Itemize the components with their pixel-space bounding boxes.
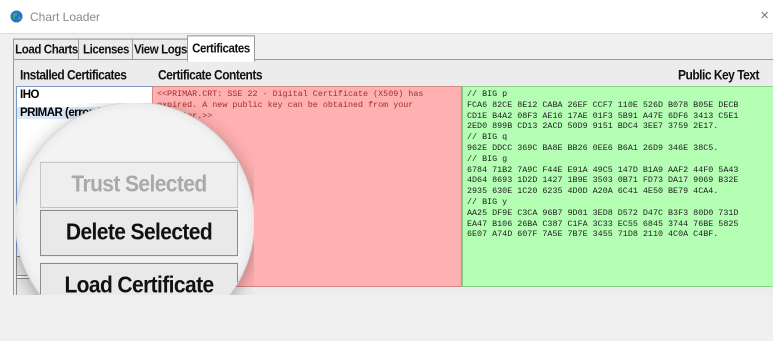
tab-certificates[interactable]: Certificates — [187, 35, 255, 62]
certificate-contents-header: Certificate Contents — [158, 66, 263, 84]
list-item[interactable]: IHO — [20, 89, 39, 101]
title-bar: Chart Loader × — [0, 0, 773, 34]
delete-selected-button[interactable]: Delete Selected — [40, 209, 238, 257]
certificate-contents-text: <<PRIMAR.CRT: SSE 22 - Digital Certifica… — [157, 89, 424, 121]
globe-icon — [10, 10, 23, 23]
public-key-text: // BIG p FCA6 82CE 8E12 CABA 26EF CCF7 1… — [467, 89, 739, 240]
public-key-text-box[interactable]: // BIG p FCA6 82CE 8E12 CABA 26EF CCF7 1… — [462, 86, 773, 287]
public-key-header: Public Key Text File — [678, 66, 759, 104]
installed-certificates-header: Installed Certificates — [20, 66, 127, 84]
window-title: Chart Loader — [30, 10, 101, 24]
close-icon[interactable]: × — [760, 7, 769, 24]
status-strip — [0, 295, 773, 311]
trust-selected-button: Trust Selected — [40, 161, 238, 209]
